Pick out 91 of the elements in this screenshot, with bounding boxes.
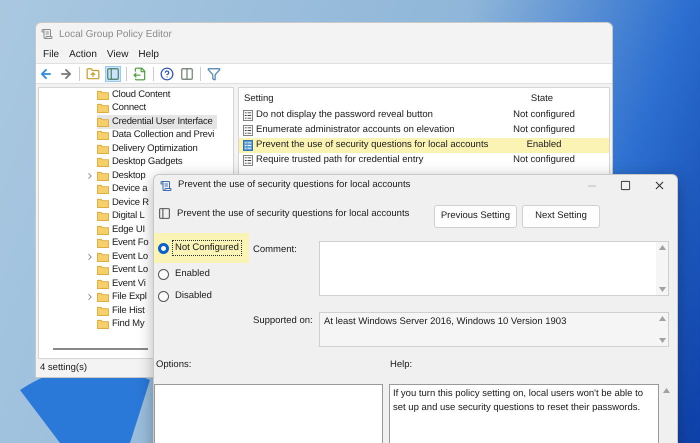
close-icon[interactable] bbox=[653, 179, 666, 192]
scroll-up-icon[interactable] bbox=[658, 245, 666, 250]
scroll-up-icon[interactable] bbox=[663, 388, 670, 393]
tree-item[interactable]: Event Vi bbox=[97, 277, 150, 290]
tree-item[interactable]: Digital L bbox=[97, 210, 149, 223]
folder-icon bbox=[97, 292, 109, 302]
window-title: Local Group Policy Editor bbox=[59, 28, 172, 42]
folder-icon bbox=[97, 319, 109, 330]
filter-icon[interactable] bbox=[207, 66, 221, 80]
tree-item[interactable]: Event Fo bbox=[97, 236, 152, 250]
tree-item[interactable]: File Expl bbox=[97, 290, 151, 304]
tree-item[interactable]: Data Collection and Previ bbox=[97, 128, 218, 142]
dialog-title: Prevent the use of security questions for local accounts bbox=[178, 178, 410, 192]
supported-text: At least Windows Server 2016, Windows 10 Version 1903 bbox=[323, 315, 568, 329]
app-icon bbox=[41, 28, 53, 40]
folder-icon bbox=[97, 306, 109, 316]
setting-row[interactable]: Require trusted path for credential entry Not configured bbox=[239, 153, 609, 168]
section-label: Options: bbox=[155, 358, 192, 372]
forward-icon[interactable] bbox=[59, 66, 73, 80]
setting-row[interactable]: Enumerate administrator accounts on elevation Not configured bbox=[239, 123, 609, 138]
scroll-down-icon[interactable] bbox=[658, 338, 666, 343]
radio-label: Not Configured bbox=[172, 240, 242, 256]
tree-item[interactable]: Cloud Content bbox=[97, 88, 174, 102]
dialog-icon bbox=[160, 180, 172, 192]
tree-item[interactable]: Event Lo bbox=[97, 250, 152, 264]
setting-name: Enumerate administrator accounts on elevation bbox=[256, 123, 455, 138]
tree-item[interactable]: Desktop bbox=[97, 169, 150, 182]
tree-item[interactable]: Credential User Interface bbox=[97, 115, 217, 128]
setting-state: Not configured bbox=[512, 123, 576, 138]
folder-icon bbox=[97, 184, 109, 194]
setting-name: Prevent the use of security questions for local accounts bbox=[256, 138, 488, 152]
setting-state: Not configured bbox=[512, 108, 576, 122]
radio-button[interactable] bbox=[158, 268, 169, 280]
radio-label: Enabled bbox=[174, 266, 211, 281]
help-text: If you turn this policy setting on, local users won't be able to set up and use security questions to reset their passwords. bbox=[393, 388, 644, 414]
status-text: 4 setting(s) bbox=[40, 360, 87, 375]
folder-icon bbox=[97, 144, 109, 154]
tree-item[interactable]: Connect bbox=[97, 102, 150, 115]
comment-field[interactable] bbox=[319, 241, 669, 296]
folder-icon bbox=[97, 252, 109, 262]
tree-item[interactable]: File Hist bbox=[97, 304, 149, 318]
section-label: Help: bbox=[390, 358, 412, 372]
folder-icon bbox=[97, 170, 109, 181]
maximize-icon[interactable] bbox=[620, 180, 631, 191]
scrollbar[interactable] bbox=[656, 242, 668, 295]
field-label: Comment: bbox=[252, 243, 298, 257]
folder-icon bbox=[97, 265, 109, 276]
scroll-down-icon[interactable] bbox=[658, 287, 666, 292]
menu-item[interactable]: Help bbox=[133, 46, 164, 62]
nav-button[interactable]: Previous Setting bbox=[434, 205, 517, 228]
export-icon[interactable] bbox=[133, 66, 147, 80]
tree-item[interactable]: Find My bbox=[97, 318, 148, 331]
tree-item[interactable]: Delivery Optimization bbox=[97, 142, 202, 156]
column-header[interactable]: Setting bbox=[239, 92, 507, 106]
menu-item[interactable]: File bbox=[38, 46, 64, 62]
field-label: Supported on: bbox=[252, 314, 314, 328]
tree-item[interactable]: Device a bbox=[97, 182, 152, 196]
folder-icon bbox=[97, 90, 109, 100]
setting-name: Do not display the password reveal button bbox=[256, 108, 433, 122]
tree-item[interactable]: Device R bbox=[97, 196, 153, 210]
tree-item[interactable]: Desktop Gadgets bbox=[97, 156, 186, 169]
scroll-up-icon[interactable] bbox=[658, 316, 666, 321]
view-icon[interactable] bbox=[180, 66, 194, 80]
setting-state: Enabled bbox=[526, 138, 562, 152]
setting-name: Require trusted path for credential entry bbox=[256, 153, 424, 168]
horizontal-scrollbar[interactable] bbox=[53, 348, 148, 350]
folder-icon bbox=[97, 198, 109, 208]
folder-up-icon[interactable] bbox=[86, 66, 100, 80]
setting-row[interactable]: Do not display the password reveal button Not configured bbox=[239, 108, 609, 123]
column-header[interactable]: State bbox=[507, 92, 577, 106]
folder-icon bbox=[97, 224, 109, 235]
scrollbar[interactable] bbox=[656, 313, 668, 346]
folder-icon bbox=[97, 116, 109, 127]
folder-icon bbox=[97, 238, 109, 248]
help-icon[interactable] bbox=[160, 66, 174, 80]
folder-icon bbox=[97, 157, 109, 168]
menu-item[interactable]: Action bbox=[64, 46, 102, 62]
tree-toggle-icon[interactable] bbox=[106, 66, 120, 80]
nav-button[interactable]: Next Setting bbox=[522, 205, 600, 228]
back-icon[interactable] bbox=[39, 66, 53, 80]
radio-button[interactable] bbox=[158, 242, 169, 254]
radio-button[interactable] bbox=[158, 290, 169, 302]
policy-name: Prevent the use of security questions for local accounts bbox=[177, 207, 410, 221]
tree-item[interactable]: Event Lo bbox=[97, 264, 152, 277]
setting-state: Not configured bbox=[512, 153, 576, 168]
menu-item[interactable]: View bbox=[102, 46, 134, 62]
folder-icon bbox=[97, 278, 109, 289]
setting-row[interactable]: Prevent the use of security questions for local accounts Enabled bbox=[239, 138, 609, 153]
radio-label: Disabled bbox=[174, 288, 213, 303]
tree-item[interactable]: Edge UI bbox=[97, 223, 149, 236]
folder-icon bbox=[97, 211, 109, 222]
